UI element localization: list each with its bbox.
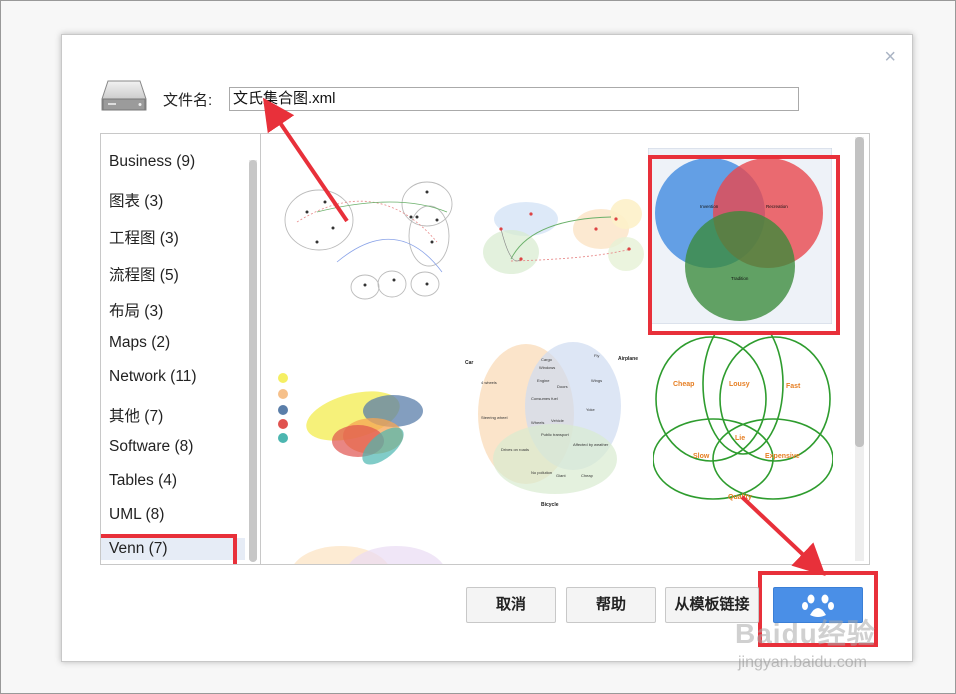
category-charts[interactable]: 图表 (3) — [109, 189, 163, 211]
category-business[interactable]: Business (9) — [109, 153, 195, 171]
venn4-giant: Giant — [556, 473, 566, 478]
venn3-label-c: Tradition — [731, 276, 749, 281]
category-scrollbar-thumb[interactable] — [249, 160, 257, 562]
thumbnail-scrollbar-thumb[interactable] — [855, 137, 864, 447]
category-software[interactable]: Software (8) — [109, 438, 193, 456]
venn5-lie: Lie — [735, 435, 745, 442]
template-thumb-row3-partial[interactable] — [281, 539, 481, 565]
template-thumb-venn3[interactable]: Invention Recreation Tradition — [648, 148, 832, 324]
venn4-public-transport: Public transport — [541, 432, 570, 437]
category-scrollbar[interactable] — [249, 160, 257, 562]
venn4-consumes-fuel: Consumes fuel — [531, 396, 558, 401]
filename-label: 文件名: — [163, 92, 213, 109]
category-uml[interactable]: UML (8) — [109, 506, 164, 524]
venn5-expensive: Expensive — [765, 453, 800, 460]
help-button[interactable]: 帮助 — [566, 587, 656, 623]
hard-disk-icon — [101, 80, 147, 111]
category-venn-selected[interactable]: Venn (7) — [101, 534, 245, 564]
venn4-doors: Doors — [557, 384, 568, 389]
venn5-slow: Slow — [693, 453, 710, 460]
venn4-wings: Wings — [591, 378, 602, 383]
template-thumb-2[interactable] — [471, 189, 646, 289]
venn4-car: Car — [465, 360, 473, 366]
venn5-fast: Fast — [786, 383, 801, 390]
template-thumb-1[interactable] — [277, 172, 457, 302]
venn5-quality: Quality — [728, 494, 752, 501]
venn4-cheap: Cheap — [581, 473, 594, 478]
venn4-wheels2: Wheels — [531, 420, 544, 425]
venn4-no-pollution: No pollution — [531, 470, 552, 475]
venn4-bicycle: Bicycle — [541, 502, 559, 508]
watermark-url: jingyan.baidu.com — [738, 654, 867, 671]
category-other[interactable]: 其他 (7) — [109, 404, 163, 426]
venn4-wheels: 4 wheels — [481, 380, 497, 385]
new-diagram-dialog: × 文件名: — Business (9) 图表 (3) 工程图 (3) 流程图… — [61, 34, 913, 662]
venn4-fly: Fly — [594, 353, 599, 358]
close-icon[interactable]: × — [884, 47, 896, 67]
category-maps[interactable]: Maps (2) — [109, 334, 170, 352]
watermark-brand: Baidu经验 — [735, 618, 876, 649]
filename-input[interactable] — [229, 87, 799, 111]
venn4-drives: Drives on roads — [501, 447, 529, 452]
venn5-cheap: Cheap — [673, 381, 694, 388]
venn3-label-a: Invention — [700, 204, 719, 209]
venn-highlight-box — [101, 534, 237, 564]
venn4-steering: Steering wheel — [481, 415, 508, 420]
template-thumb-venn4[interactable]: Car Airplane Bicycle Cargo Windows Engin… — [461, 334, 646, 514]
venn4-affected: Affected by weather — [573, 442, 609, 447]
venn4-cargo: Cargo — [541, 357, 553, 362]
venn4-yoke: Yoke — [586, 407, 596, 412]
cancel-button[interactable]: 取消 — [466, 587, 556, 623]
template-thumb-4[interactable] — [273, 366, 443, 476]
thumbnail-scrollbar[interactable] — [855, 137, 864, 561]
category-flowchart[interactable]: 流程图 (5) — [109, 263, 179, 285]
venn3-label-b: Recreation — [766, 204, 788, 209]
category-layout[interactable]: 布局 (3) — [109, 299, 163, 321]
category-list: — Business (9) 图表 (3) 工程图 (3) 流程图 (5) 布局… — [100, 133, 262, 565]
venn4-windows: Windows — [539, 365, 555, 370]
category-tables[interactable]: Tables (4) — [109, 472, 177, 490]
venn4-vehicle: Vehicle — [551, 418, 565, 423]
venn4-engine: Engine — [537, 378, 550, 383]
category-network[interactable]: Network (11) — [109, 368, 197, 386]
category-partial-item[interactable]: — — [109, 134, 124, 139]
category-engineering[interactable]: 工程图 (3) — [109, 226, 179, 248]
venn4-airplane: Airplane — [618, 356, 638, 362]
template-thumb-venn5[interactable]: Cheap Lousy Fast Lie Slow Expensive Qual… — [653, 334, 833, 514]
template-thumbnail-grid: Invention Recreation Tradition Car Airpl… — [260, 133, 870, 565]
venn5-lousy: Lousy — [729, 381, 750, 388]
